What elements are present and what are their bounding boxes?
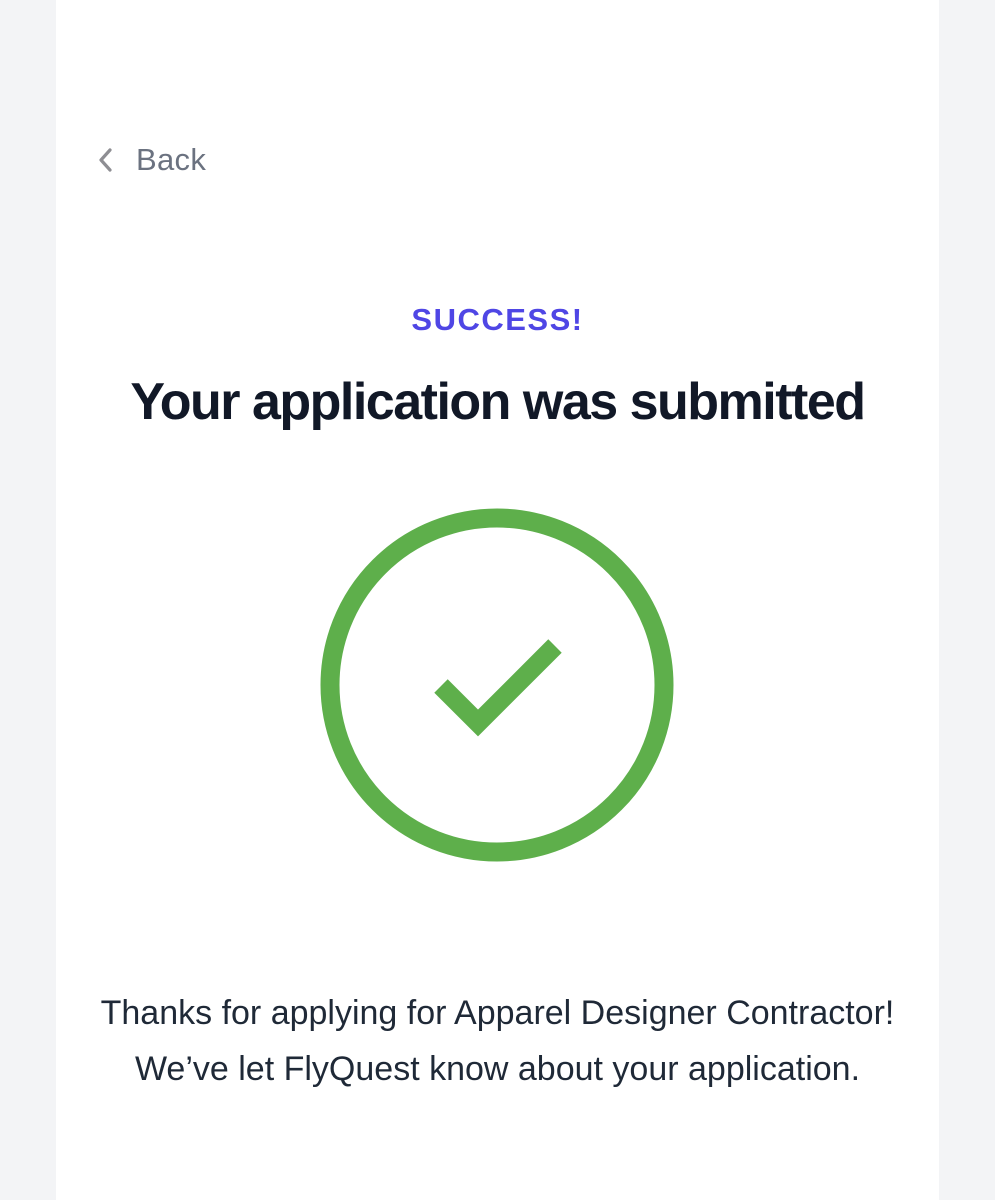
confirmation-message: Thanks for applying for Apparel Designer…: [100, 994, 895, 1088]
confirmation-card: Back SUCCESS! Your application was submi…: [56, 0, 939, 1200]
back-label: Back: [136, 142, 207, 177]
back-button[interactable]: Back: [98, 138, 206, 182]
check-circle-icon: [320, 508, 674, 862]
page-title: Your application was submitted: [130, 373, 866, 431]
success-eyebrow: SUCCESS!: [411, 302, 584, 337]
chevron-left-icon: [99, 148, 112, 172]
